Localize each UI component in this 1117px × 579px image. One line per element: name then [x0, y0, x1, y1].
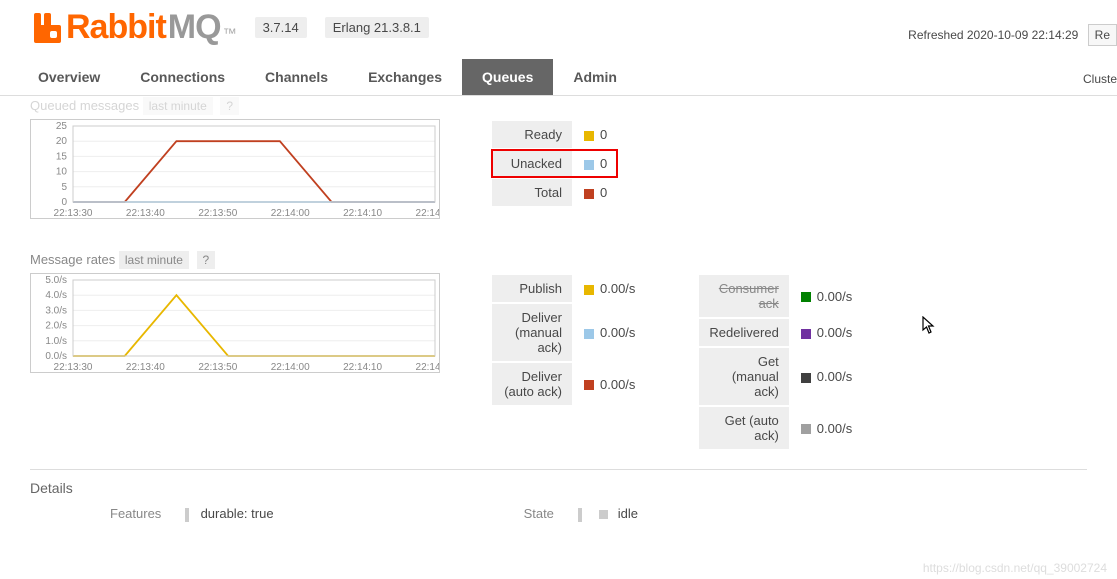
metric-label: Get (auto ack) — [699, 407, 788, 449]
version-badge: 3.7.14 — [255, 17, 307, 38]
logo-tm: ™ — [223, 25, 237, 41]
svg-text:22:14:00: 22:14:00 — [271, 362, 310, 373]
rates-help[interactable]: ? — [197, 251, 216, 269]
queued-metrics-table: Ready0Unacked0Total0 — [490, 119, 619, 208]
state-key: State — [524, 506, 554, 521]
metric-value: 0.00/s — [574, 304, 645, 361]
metric-value: 0 — [574, 121, 617, 148]
svg-text:22:13:50: 22:13:50 — [198, 362, 237, 373]
svg-text:22:14:20: 22:14:20 — [416, 208, 440, 219]
metric-value: 0.00/s — [791, 348, 862, 405]
svg-text:0.0/s: 0.0/s — [45, 351, 67, 362]
tab-overview[interactable]: Overview — [18, 59, 120, 95]
metric-label: Total — [492, 179, 572, 206]
svg-text:25: 25 — [56, 121, 68, 132]
refresh-dropdown[interactable]: Re — [1088, 24, 1117, 46]
metric-label: Ready — [492, 121, 572, 148]
svg-text:20: 20 — [56, 136, 68, 147]
state-value: idle — [618, 506, 638, 521]
svg-text:22:13:40: 22:13:40 — [126, 362, 165, 373]
queued-chart: 0 5 10 15 20 25 22:13:30 22:13:40 22:13:50 22:14:… — [30, 119, 440, 222]
metric-row: Deliver (manual ack)0.00/s — [492, 304, 645, 361]
rabbitmq-logo-icon — [30, 11, 64, 45]
svg-text:0: 0 — [61, 197, 67, 208]
svg-text:22:13:30: 22:13:30 — [54, 362, 93, 373]
metric-row: Publish0.00/s — [492, 275, 645, 302]
details-header[interactable]: Details — [30, 469, 1087, 496]
svg-text:22:14:10: 22:14:10 — [343, 208, 382, 219]
svg-text:22:14:00: 22:14:00 — [271, 208, 310, 219]
metric-label: Unacked — [492, 150, 572, 177]
rates-range[interactable]: last minute — [119, 251, 189, 269]
metric-row: Get (auto ack)0.00/s — [699, 407, 862, 449]
divider-icon — [185, 508, 189, 522]
cursor-icon — [922, 316, 938, 339]
metric-row: Get (manual ack)0.00/s — [699, 348, 862, 405]
metric-row: Consumer ack0.00/s — [699, 275, 862, 317]
logo-text-rabbit: Rabbit — [66, 8, 166, 47]
queued-messages-title: Queued messages last minute ? — [30, 98, 1087, 113]
metric-label: Consumer ack — [699, 275, 788, 317]
tab-channels[interactable]: Channels — [245, 59, 348, 95]
metric-value: 0.00/s — [574, 363, 645, 405]
divider-icon — [578, 508, 582, 522]
svg-text:22:13:30: 22:13:30 — [54, 208, 93, 219]
svg-text:22:13:40: 22:13:40 — [126, 208, 165, 219]
svg-text:15: 15 — [56, 151, 68, 162]
svg-text:22:14:20: 22:14:20 — [416, 362, 440, 373]
metric-row: Ready0 — [492, 121, 617, 148]
details-row: Features durable: true State idle — [30, 496, 1087, 522]
metric-value: 0 — [574, 150, 617, 177]
svg-text:22:13:50: 22:13:50 — [198, 208, 237, 219]
metric-value: 0.00/s — [791, 319, 862, 346]
watermark: https://blog.csdn.net/qq_39002724 — [923, 561, 1107, 575]
svg-text:5.0/s: 5.0/s — [45, 275, 67, 286]
metric-row: Redelivered0.00/s — [699, 319, 862, 346]
svg-text:3.0/s: 3.0/s — [45, 305, 67, 316]
metric-value: 0.00/s — [791, 275, 862, 317]
main-tabs: Overview Connections Channels Exchanges … — [0, 59, 1117, 96]
rates-chart: 0.0/s 1.0/s 2.0/s 3.0/s 4.0/s 5.0/s 22:13:30 22… — [30, 273, 440, 376]
svg-text:1.0/s: 1.0/s — [45, 336, 67, 347]
metric-row: Total0 — [492, 179, 617, 206]
metric-value: 0.00/s — [791, 407, 862, 449]
metric-row: Deliver (auto ack)0.00/s — [492, 363, 645, 405]
idle-dot-icon — [599, 510, 608, 519]
rates-metrics-right: Consumer ack0.00/sRedelivered0.00/sGet (… — [697, 273, 864, 451]
refreshed-text: Refreshed 2020-10-09 22:14:29 — [908, 28, 1078, 42]
svg-text:10: 10 — [56, 167, 68, 178]
tab-admin[interactable]: Admin — [553, 59, 637, 95]
svg-text:5: 5 — [61, 182, 67, 193]
tab-queues[interactable]: Queues — [462, 59, 553, 95]
metric-label: Get (manual ack) — [699, 348, 788, 405]
tab-connections[interactable]: Connections — [120, 59, 245, 95]
svg-text:22:14:10: 22:14:10 — [343, 362, 382, 373]
features-value: durable: true — [201, 506, 274, 521]
svg-text:4.0/s: 4.0/s — [45, 290, 67, 301]
metric-row: Unacked0 — [492, 150, 617, 177]
queued-range[interactable]: last minute — [143, 97, 213, 115]
features-key: Features — [110, 506, 161, 521]
metric-label: Deliver (manual ack) — [492, 304, 572, 361]
cluster-label: Cluste — [1083, 72, 1117, 86]
svg-text:2.0/s: 2.0/s — [45, 321, 67, 332]
tab-exchanges[interactable]: Exchanges — [348, 59, 462, 95]
rabbitmq-logo: RabbitMQ ™ — [30, 8, 237, 47]
metric-label: Redelivered — [699, 319, 788, 346]
queued-help[interactable]: ? — [220, 97, 239, 115]
erlang-badge: Erlang 21.3.8.1 — [325, 17, 429, 38]
rates-metrics-left: Publish0.00/sDeliver (manual ack)0.00/sD… — [490, 273, 647, 407]
metric-label: Publish — [492, 275, 572, 302]
metric-value: 0 — [574, 179, 617, 206]
logo-text-mq: MQ — [168, 8, 221, 47]
message-rates-title: Message rates last minute ? — [30, 252, 1087, 267]
metric-value: 0.00/s — [574, 275, 645, 302]
metric-label: Deliver (auto ack) — [492, 363, 572, 405]
